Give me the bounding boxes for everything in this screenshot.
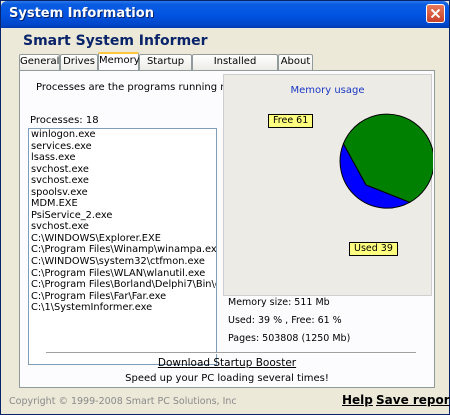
memory-pie-chart	[339, 113, 433, 209]
title-bar[interactable]: System Information	[1, 1, 449, 28]
process-list-item[interactable]: C:\WINDOWS\Explorer.EXE	[29, 233, 216, 245]
process-list-item[interactable]: C:\Program Files\Winamp\winampa.exe	[29, 244, 216, 256]
process-list-item[interactable]: lsass.exe	[29, 152, 216, 164]
window-title: System Information	[9, 6, 154, 21]
process-list-item[interactable]: svchost.exe	[29, 175, 216, 187]
app-title: Smart System Informer	[23, 33, 208, 49]
processes-count: Processes: 18	[30, 115, 99, 126]
memory-pages: Pages: 503808 (1250 Mb)	[228, 333, 351, 344]
memory-used-free: Used: 39 % , Free: 61 %	[228, 315, 342, 326]
process-list-item[interactable]: services.exe	[29, 141, 216, 153]
process-list-item[interactable]: C:\Program Files\Far\Far.exe	[29, 291, 216, 303]
process-list-item[interactable]: C:\WINDOWS\system32\ctfmon.exe	[29, 256, 216, 268]
promo-divider	[46, 352, 416, 354]
close-button[interactable]	[426, 4, 445, 23]
process-list[interactable]: winlogon.exe services.exe lsass.exe svchost…	[28, 128, 217, 365]
memory-tab-panel: Processes are the programs running now. …	[19, 70, 435, 388]
tab-startup-list[interactable]: Startup list	[139, 54, 192, 81]
process-list-item[interactable]: svchost.exe	[29, 164, 216, 176]
processes-description: Processes are the programs running now.	[36, 82, 244, 93]
save-report-link[interactable]: Save report	[376, 393, 450, 407]
free-label: Free 61	[268, 114, 314, 128]
process-list-item[interactable]: spoolsv.exe	[29, 187, 216, 199]
process-list-item[interactable]: winlogon.exe	[29, 129, 216, 141]
used-label: Used 39	[349, 242, 398, 256]
tab-installed-programs[interactable]: Installed programs	[192, 54, 278, 81]
memory-usage-chart: Memory usage Free 61 Used 39	[223, 74, 433, 296]
app-window: System Information Smart System Informer…	[0, 0, 450, 415]
tab-general[interactable]: General	[19, 54, 60, 70]
process-list-item[interactable]: PsiService_2.exe	[29, 210, 216, 222]
tab-drives[interactable]: Drives	[60, 54, 98, 70]
tab-about[interactable]: About	[278, 54, 313, 70]
copyright: Copyright © 1999-2008 Smart PC Solutions…	[9, 396, 237, 407]
process-list-item[interactable]: svchost.exe	[29, 221, 216, 233]
tab-memory[interactable]: Memory	[98, 52, 140, 71]
process-list-item[interactable]: C:\Program Files\WLAN\wlanutil.exe	[29, 268, 216, 280]
memory-size: Memory size: 511 Mb	[228, 297, 330, 308]
close-icon	[431, 9, 440, 18]
download-startup-booster-link[interactable]: Download Startup Booster	[20, 357, 434, 369]
process-list-item[interactable]: C:\Program Files\Borland\Delphi7\Bin\del…	[29, 279, 216, 291]
process-list-item[interactable]: MDM.EXE	[29, 198, 216, 210]
help-link[interactable]: Help	[342, 393, 373, 407]
process-list-item[interactable]: C:\1\SystemInformer.exe	[29, 302, 216, 314]
promo-subtitle: Speed up your PC loading several times!	[125, 373, 329, 384]
